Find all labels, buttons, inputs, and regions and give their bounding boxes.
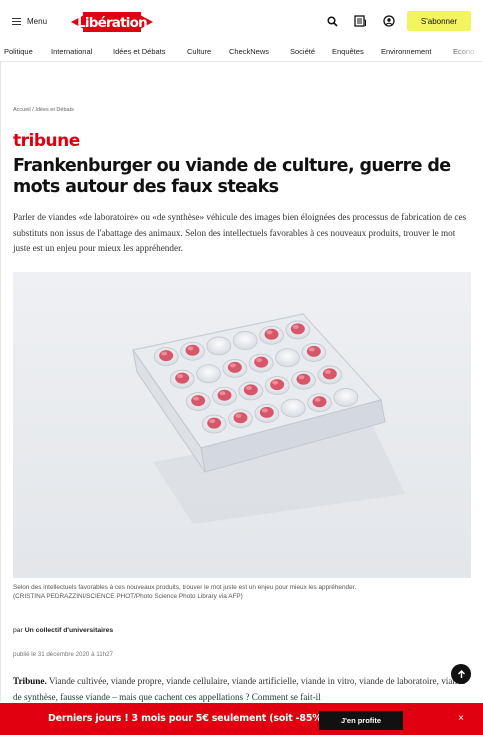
article-lede: Parler de viandes «de laboratoire» ou «d… (13, 212, 467, 253)
meat-sample (264, 328, 279, 340)
tray-well (196, 364, 221, 384)
meat-sample (322, 368, 337, 380)
section-nav: Politique International Idées et Débats … (0, 44, 483, 62)
search-icon[interactable] (324, 13, 340, 29)
publish-date: publié le 31 décembre 2020 à 11h27 (13, 651, 113, 658)
meat-sample (175, 372, 190, 384)
tray-well (206, 336, 232, 356)
meat-sample (185, 344, 200, 356)
meat-sample (191, 395, 206, 407)
breadcrumb: Accueil / Idées et Débats (13, 107, 74, 113)
logo-text: Libération (77, 15, 147, 31)
nav-item-politique[interactable]: Politique (4, 47, 33, 56)
scroll-to-top-button[interactable] (451, 664, 471, 684)
nav-item-culture[interactable]: Culture (187, 47, 211, 56)
meat-sample (159, 350, 174, 362)
left-divider (0, 62, 1, 702)
nav-item-idees-et-debats[interactable]: Idées et Débats (113, 47, 166, 56)
body-text: Viande cultivée, viande propre, viande c… (13, 676, 466, 702)
meat-highlight (235, 413, 242, 418)
meat-sample (207, 417, 222, 429)
meat-highlight (261, 408, 268, 413)
meat-highlight (266, 330, 273, 335)
meat-highlight (229, 363, 236, 368)
meat-highlight (161, 351, 168, 356)
meat-highlight (245, 385, 252, 390)
breadcrumb-home[interactable]: Accueil (13, 107, 31, 113)
article-kicker[interactable]: tribune (13, 131, 80, 151)
menu-label: Menu (27, 16, 48, 26)
nav-item-checknews[interactable]: CheckNews (229, 47, 269, 56)
byline: par Un collectif d'universitaires (13, 627, 113, 634)
hamburger-icon (12, 17, 21, 25)
nav-item-societe[interactable]: Société (290, 47, 315, 56)
meat-sample (270, 379, 285, 391)
meat-sample (259, 406, 274, 418)
meat-sample (243, 384, 258, 396)
meat-sample (290, 323, 305, 335)
account-icon[interactable] (381, 13, 397, 29)
meat-sample (227, 361, 242, 373)
promo-banner: Derniers jours ! 3 mois pour 5€ seulemen… (0, 703, 483, 735)
meat-sample (217, 389, 232, 401)
meat-highlight (314, 397, 321, 402)
meat-sample (306, 345, 321, 357)
meat-highlight (324, 369, 331, 374)
meat-highlight (209, 419, 216, 424)
nav-item-international[interactable]: International (51, 47, 92, 56)
tray-well (275, 348, 300, 368)
promo-text: Derniers jours ! 3 mois pour 5€ seulemen… (48, 713, 326, 724)
meat-sample (254, 356, 269, 368)
meat-highlight (272, 380, 279, 385)
site-header: Menu Libération S'abonner (0, 0, 483, 44)
arrow-up-icon (457, 669, 465, 678)
caption-text: Selon des intellectuels favorables à ces… (13, 584, 357, 591)
tray-well (333, 388, 359, 407)
meat-highlight (219, 391, 226, 396)
byline-prefix: par (13, 627, 25, 634)
meat-sample (312, 396, 327, 408)
meat-highlight (292, 324, 299, 329)
caption-credit: (CRISTINA PEDRAZZINI/SCIENCE PHOT/Photo … (13, 593, 243, 600)
article-body: Tribune. Viande cultivée, viande propre,… (13, 673, 473, 705)
article-title: Frankenburger ou viande de culture, guer… (13, 156, 451, 197)
nav-item-economie[interactable]: Econo (453, 47, 474, 56)
subscribe-button[interactable]: S'abonner (407, 11, 471, 31)
meat-highlight (308, 347, 315, 352)
body-lead: Tribune. (13, 676, 47, 686)
newspaper-icon[interactable] (352, 13, 368, 29)
meat-highlight (193, 396, 200, 401)
byline-author[interactable]: Un collectif d'universitaires (25, 627, 114, 634)
nav-item-enquetes[interactable]: Enquêtes (332, 47, 364, 56)
tray-well (232, 331, 258, 350)
article-photo (13, 272, 471, 578)
meat-sample (233, 412, 248, 424)
breadcrumb-section[interactable]: Idées et Débats (35, 107, 74, 113)
tray-well (280, 398, 306, 418)
photo-caption: Selon des intellectuels favorables à ces… (13, 583, 471, 601)
close-icon[interactable]: × (455, 713, 467, 725)
promo-cta-button[interactable]: J'en profite (319, 711, 403, 730)
meat-highlight (187, 346, 194, 351)
meat-highlight (177, 374, 184, 379)
liberation-logo[interactable]: Libération (71, 10, 153, 34)
meat-sample (296, 373, 311, 385)
nav-item-environnement[interactable]: Environnement (381, 47, 431, 56)
menu-button[interactable]: Menu (12, 12, 47, 30)
meat-highlight (298, 375, 305, 380)
meat-highlight (256, 358, 263, 363)
